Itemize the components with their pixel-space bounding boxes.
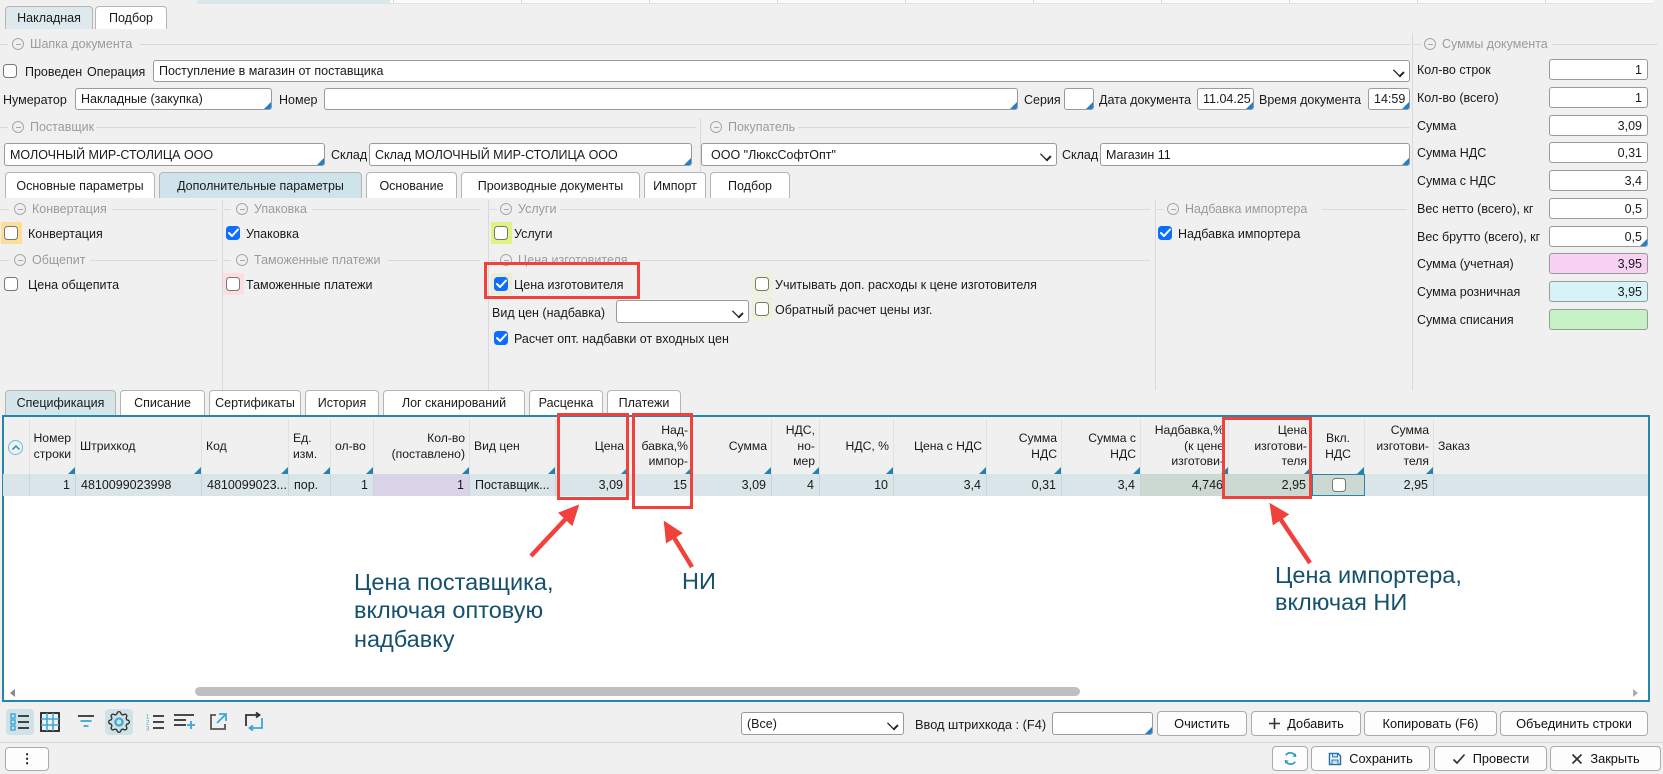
- svg-text:3: 3: [146, 727, 150, 732]
